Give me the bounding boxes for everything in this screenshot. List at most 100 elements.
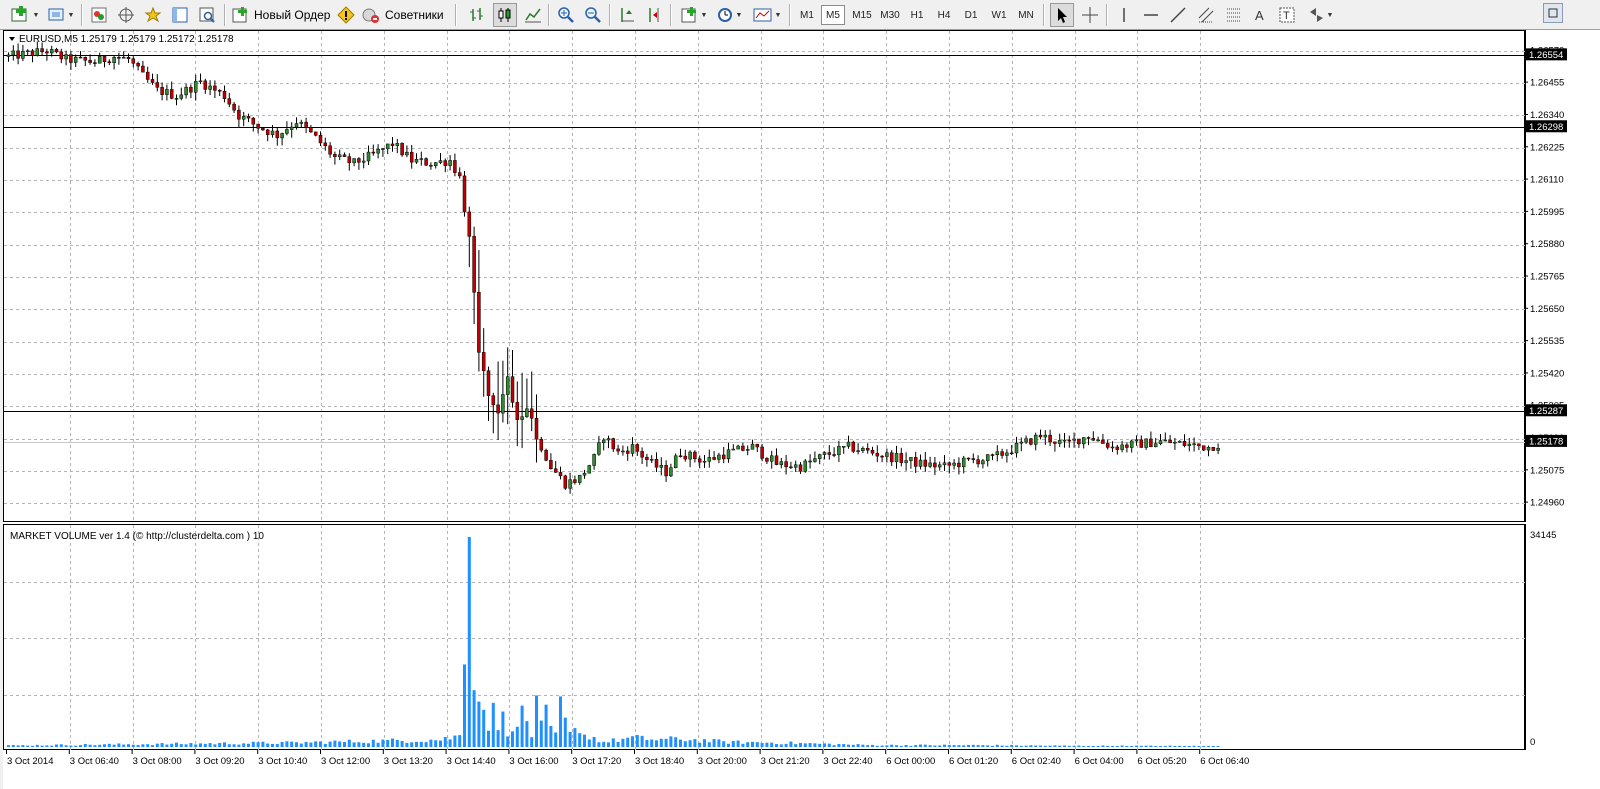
shapes-button[interactable]: ▼ [1303,3,1337,27]
text-button[interactable]: A [1249,3,1271,27]
channel-button[interactable] [1194,3,1218,27]
volume-bar [88,744,92,747]
volume-bar [352,742,356,747]
timeframe-h1[interactable]: H1 [905,5,929,25]
symbol-info-text: EURUSD,M5 1.25179 1.25179 1.25172 1.2517… [19,34,234,45]
volume-bar [304,741,308,747]
price-scale[interactable]: 1.265701.264551.263401.262251.261101.259… [1525,30,1600,522]
timeframe-d1[interactable]: D1 [959,5,983,25]
volume-bar [170,743,174,747]
candle-body [333,153,337,157]
autoscroll-button[interactable] [616,3,638,27]
candle-body [539,438,544,451]
bar-chart-button[interactable] [466,3,488,27]
window-restore-button[interactable] [1543,3,1563,23]
volume-bar [55,744,58,747]
fibonacci-button[interactable] [1222,3,1246,27]
label-button[interactable]: T [1276,3,1298,27]
cursor-button[interactable] [1050,3,1074,27]
volume-bar [69,745,73,747]
volume-bar [573,728,577,747]
candle-body [1182,441,1187,446]
timeframe-mn[interactable]: MN [1014,5,1038,25]
line-chart-button[interactable] [522,3,544,27]
candle-body [1216,447,1220,451]
chart-shift-button[interactable] [643,3,665,27]
price-chart-panel[interactable]: EURUSD,M5 1.25179 1.25179 1.25172 1.2517… [3,30,1526,523]
candle-body [30,50,35,56]
crosshair-button[interactable] [1079,3,1101,27]
volume-bar [208,743,212,747]
candle-body [174,98,179,100]
vertical-line-button[interactable] [1113,3,1135,27]
candle-body [1211,446,1216,451]
volume-bar [405,742,409,747]
volume-bar [986,745,990,747]
candle-body [208,85,212,90]
volume-bar [1183,746,1186,747]
timeframe-m30[interactable]: M30 [876,5,904,25]
candle-body [429,164,433,167]
candle-body [611,438,616,450]
time-tick-label: 3 Oct 12:00 [321,756,370,767]
zoom-in-button[interactable] [555,3,577,27]
templates-icon [753,8,772,22]
navigator-button[interactable] [115,3,137,27]
profiles-button[interactable]: ▼ [46,3,76,27]
candle-body [136,63,140,67]
volume-bar [160,743,164,747]
timeframe-m15[interactable]: M15 [848,5,876,25]
symbol-menu-arrow-icon[interactable] [9,37,15,41]
timeframe-w1[interactable]: W1 [986,5,1012,25]
timeframe-m5[interactable]: M5 [821,5,845,25]
data-window-button[interactable] [169,3,191,27]
periods-button[interactable]: ▼ [713,3,745,27]
candle-chart-button[interactable] [493,3,517,27]
candle-body [165,89,169,95]
candle-body [582,472,587,476]
new-order-button[interactable]: Новый Ордер [232,3,332,27]
candle-body [107,61,112,63]
candle-body [361,160,366,163]
candle-body [961,457,966,468]
indicators-button[interactable]: ▼ [678,3,710,27]
main-toolbar: ▼ ▼ Новый Ордер Советники ▼ ▼ ▼ M1 M5 M1… [0,0,1600,30]
candle-body [832,454,836,456]
market-watch-button[interactable] [88,3,110,27]
advisors-button[interactable]: Советники [361,3,449,27]
volume-bar [165,744,169,747]
volume-bar [319,741,322,747]
volume-bar [847,744,850,747]
volume-bar [679,739,682,747]
candle-body [918,459,923,467]
trendline-button[interactable] [1167,3,1189,27]
candle-body [606,438,611,441]
volume-bar [765,742,769,747]
candle-body [64,54,68,60]
alert-button[interactable] [335,3,357,27]
time-axis[interactable]: 3 Oct 2014 3 Oct 06:40 3 Oct 08:00 3 Oct 09… [3,750,1600,789]
volume-bar [271,743,274,747]
candle-body [745,449,750,451]
chart-window[interactable]: EURUSD,M5 1.25179 1.25179 1.25172 1.2517… [3,30,1600,789]
horizontal-line-button[interactable] [1140,3,1162,27]
candle-body [702,460,707,463]
favorites-button[interactable] [142,3,164,27]
candle-body [971,458,976,460]
candle-body [669,467,673,477]
price-tick-label: 1.25995 [1530,207,1564,218]
volume-bar [592,736,596,747]
candle-body [448,160,452,166]
candle-body [851,441,856,452]
tester-button[interactable] [196,3,218,27]
zoom-out-button[interactable] [582,3,604,27]
volume-indicator-panel[interactable]: MARKET VOLUME ver 1.4 (© http://clusterd… [3,524,1526,751]
candle-body [721,454,726,460]
timeframe-m1[interactable]: M1 [795,5,819,25]
volume-bar [93,745,97,747]
new-chart-button[interactable]: ▼ [8,3,42,27]
price-chart-svg: EURUSD,M5 1.25179 1.25179 1.25172 1.2517… [4,31,1526,523]
timeframe-h4[interactable]: H4 [932,5,956,25]
volume-bar [683,741,687,747]
templates-button[interactable]: ▼ [750,3,784,27]
